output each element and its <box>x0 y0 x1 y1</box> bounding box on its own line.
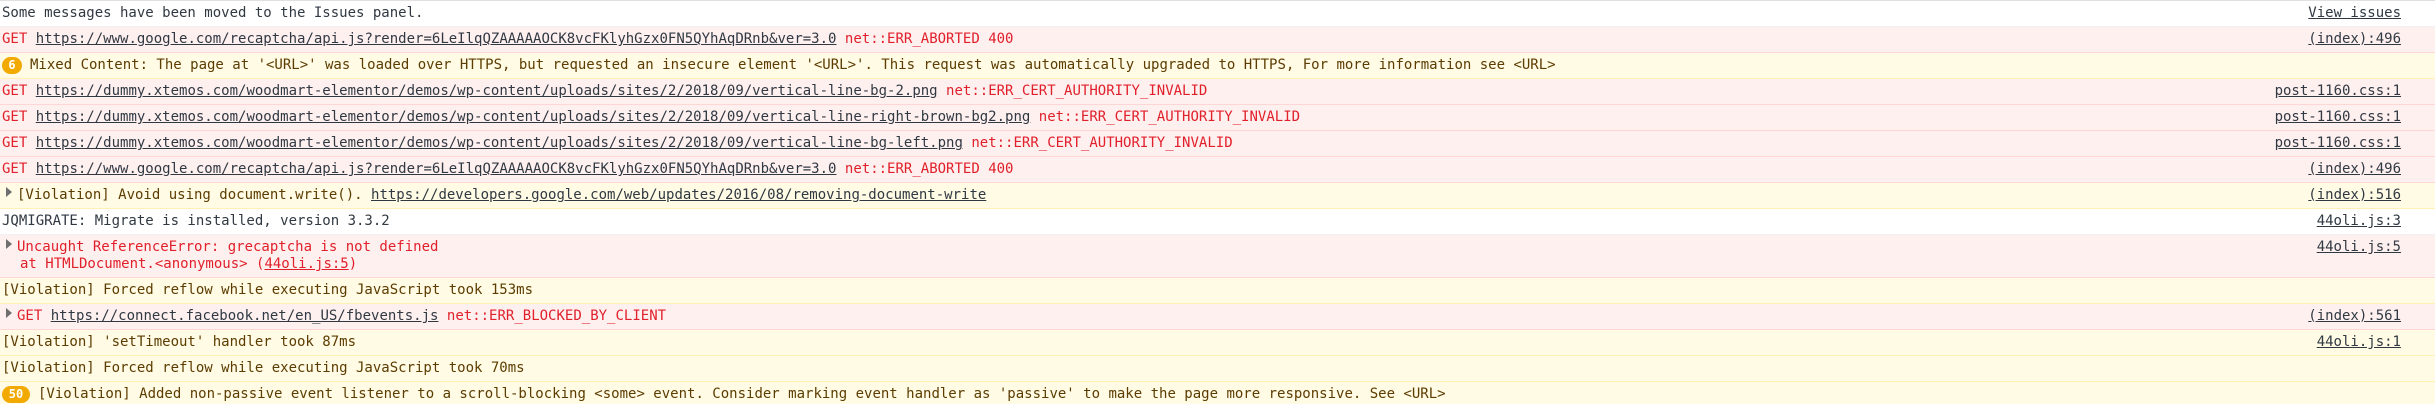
request-url-link[interactable]: https://dummy.xtemos.com/woodmart-elemen… <box>36 83 938 99</box>
request-method: GET <box>2 83 28 99</box>
source-link[interactable]: (index):496 <box>2308 161 2401 178</box>
console-message-warning[interactable]: [Violation] Forced reflow while executin… <box>0 356 2435 382</box>
request-method: GET <box>2 109 28 125</box>
source-link[interactable]: (index):561 <box>2308 308 2401 325</box>
console-message-warning[interactable]: [Violation] 'setTimeout' handler took 87… <box>0 330 2435 356</box>
console-message-warning[interactable]: [Violation] Avoid using document.write()… <box>0 183 2435 209</box>
request-status: net::ERR_ABORTED 400 <box>844 161 1014 177</box>
console-panel: Some messages have been moved to the Iss… <box>0 0 2435 404</box>
source-link[interactable]: 44oli.js:3 <box>2317 213 2401 230</box>
console-message-warning[interactable]: 6 Mixed Content: The page at '<URL>' was … <box>0 53 2435 79</box>
source-link[interactable]: (index):496 <box>2308 31 2401 48</box>
view-issues-link[interactable]: View issues <box>2308 5 2401 22</box>
issues-banner-text: Some messages have been moved to the Iss… <box>2 5 424 21</box>
message-text: [Violation] Avoid using document.write()… <box>17 187 363 203</box>
console-message-warning[interactable]: 50 [Violation] Added non-passive event li… <box>0 382 2435 404</box>
request-method: GET <box>2 161 28 177</box>
request-method: GET <box>2 135 28 151</box>
console-message-error[interactable]: GET https://dummy.xtemos.com/woodmart-el… <box>0 131 2435 157</box>
console-message-error[interactable]: GET https://connect.facebook.net/en_US/f… <box>0 304 2435 330</box>
request-status: net::ERR_CERT_AUTHORITY_INVALID <box>1038 109 1301 125</box>
request-url-link[interactable]: https://dummy.xtemos.com/woodmart-elemen… <box>36 135 963 151</box>
stack-trace-prefix: at HTMLDocument.<anonymous> ( <box>20 256 265 272</box>
repeat-count-badge: 6 <box>2 57 22 74</box>
request-url-link[interactable]: https://dummy.xtemos.com/woodmart-elemen… <box>36 109 1031 125</box>
request-url-link[interactable]: https://www.google.com/recaptcha/api.js?… <box>36 161 837 177</box>
source-link[interactable]: post-1160.css:1 <box>2275 83 2401 100</box>
source-link[interactable]: 44oli.js:1 <box>2317 334 2401 351</box>
source-link[interactable]: post-1160.css:1 <box>2275 109 2401 126</box>
console-message-error[interactable]: GET https://dummy.xtemos.com/woodmart-el… <box>0 79 2435 105</box>
console-message-error[interactable]: GET https://www.google.com/recaptcha/api… <box>0 27 2435 53</box>
issues-banner: Some messages have been moved to the Iss… <box>0 1 2435 27</box>
repeat-count-badge: 50 <box>2 386 30 403</box>
stack-trace-suffix: ) <box>348 256 358 272</box>
console-message-error[interactable]: Uncaught ReferenceError: grecaptcha is n… <box>0 235 2435 278</box>
message-text: [Violation] 'setTimeout' handler took 87… <box>2 334 357 350</box>
request-method: GET <box>17 308 43 324</box>
request-status: net::ERR_CERT_AUTHORITY_INVALID <box>946 83 1208 99</box>
console-message-error[interactable]: GET https://www.google.com/recaptcha/api… <box>0 157 2435 183</box>
request-status: net::ERR_ABORTED 400 <box>844 31 1014 47</box>
message-text: [Violation] Forced reflow while executin… <box>2 360 525 376</box>
message-text: Mixed Content: The page at '<URL>' was l… <box>30 57 1556 73</box>
message-url-link[interactable]: https://developers.google.com/web/update… <box>371 187 986 203</box>
source-link[interactable]: post-1160.css:1 <box>2275 135 2401 152</box>
message-text: JQMIGRATE: Migrate is installed, version… <box>2 213 390 229</box>
expand-triangle-icon[interactable] <box>6 239 12 249</box>
console-message-log[interactable]: JQMIGRATE: Migrate is installed, version… <box>0 209 2435 235</box>
message-text: [Violation] Forced reflow while executin… <box>2 282 534 298</box>
source-link[interactable]: 44oli.js:5 <box>2317 239 2401 256</box>
expand-triangle-icon[interactable] <box>6 187 12 197</box>
request-method: GET <box>2 31 28 47</box>
request-url-link[interactable]: https://www.google.com/recaptcha/api.js?… <box>36 31 837 47</box>
stack-trace-line: at HTMLDocument.<anonymous> (44oli.js:5) <box>2 256 2401 273</box>
message-text: Uncaught ReferenceError: grecaptcha is n… <box>17 239 439 255</box>
request-url-link[interactable]: https://connect.facebook.net/en_US/fbeve… <box>51 308 439 324</box>
message-text: [Violation] Added non-passive event list… <box>38 386 1446 402</box>
console-message-warning[interactable]: [Violation] Forced reflow while executin… <box>0 278 2435 304</box>
stack-trace-link[interactable]: 44oli.js:5 <box>264 256 348 272</box>
expand-triangle-icon[interactable] <box>6 308 12 318</box>
request-status: net::ERR_CERT_AUTHORITY_INVALID <box>971 135 1233 151</box>
source-link[interactable]: (index):516 <box>2308 187 2401 204</box>
console-message-error[interactable]: GET https://dummy.xtemos.com/woodmart-el… <box>0 105 2435 131</box>
request-status: net::ERR_BLOCKED_BY_CLIENT <box>446 308 667 324</box>
